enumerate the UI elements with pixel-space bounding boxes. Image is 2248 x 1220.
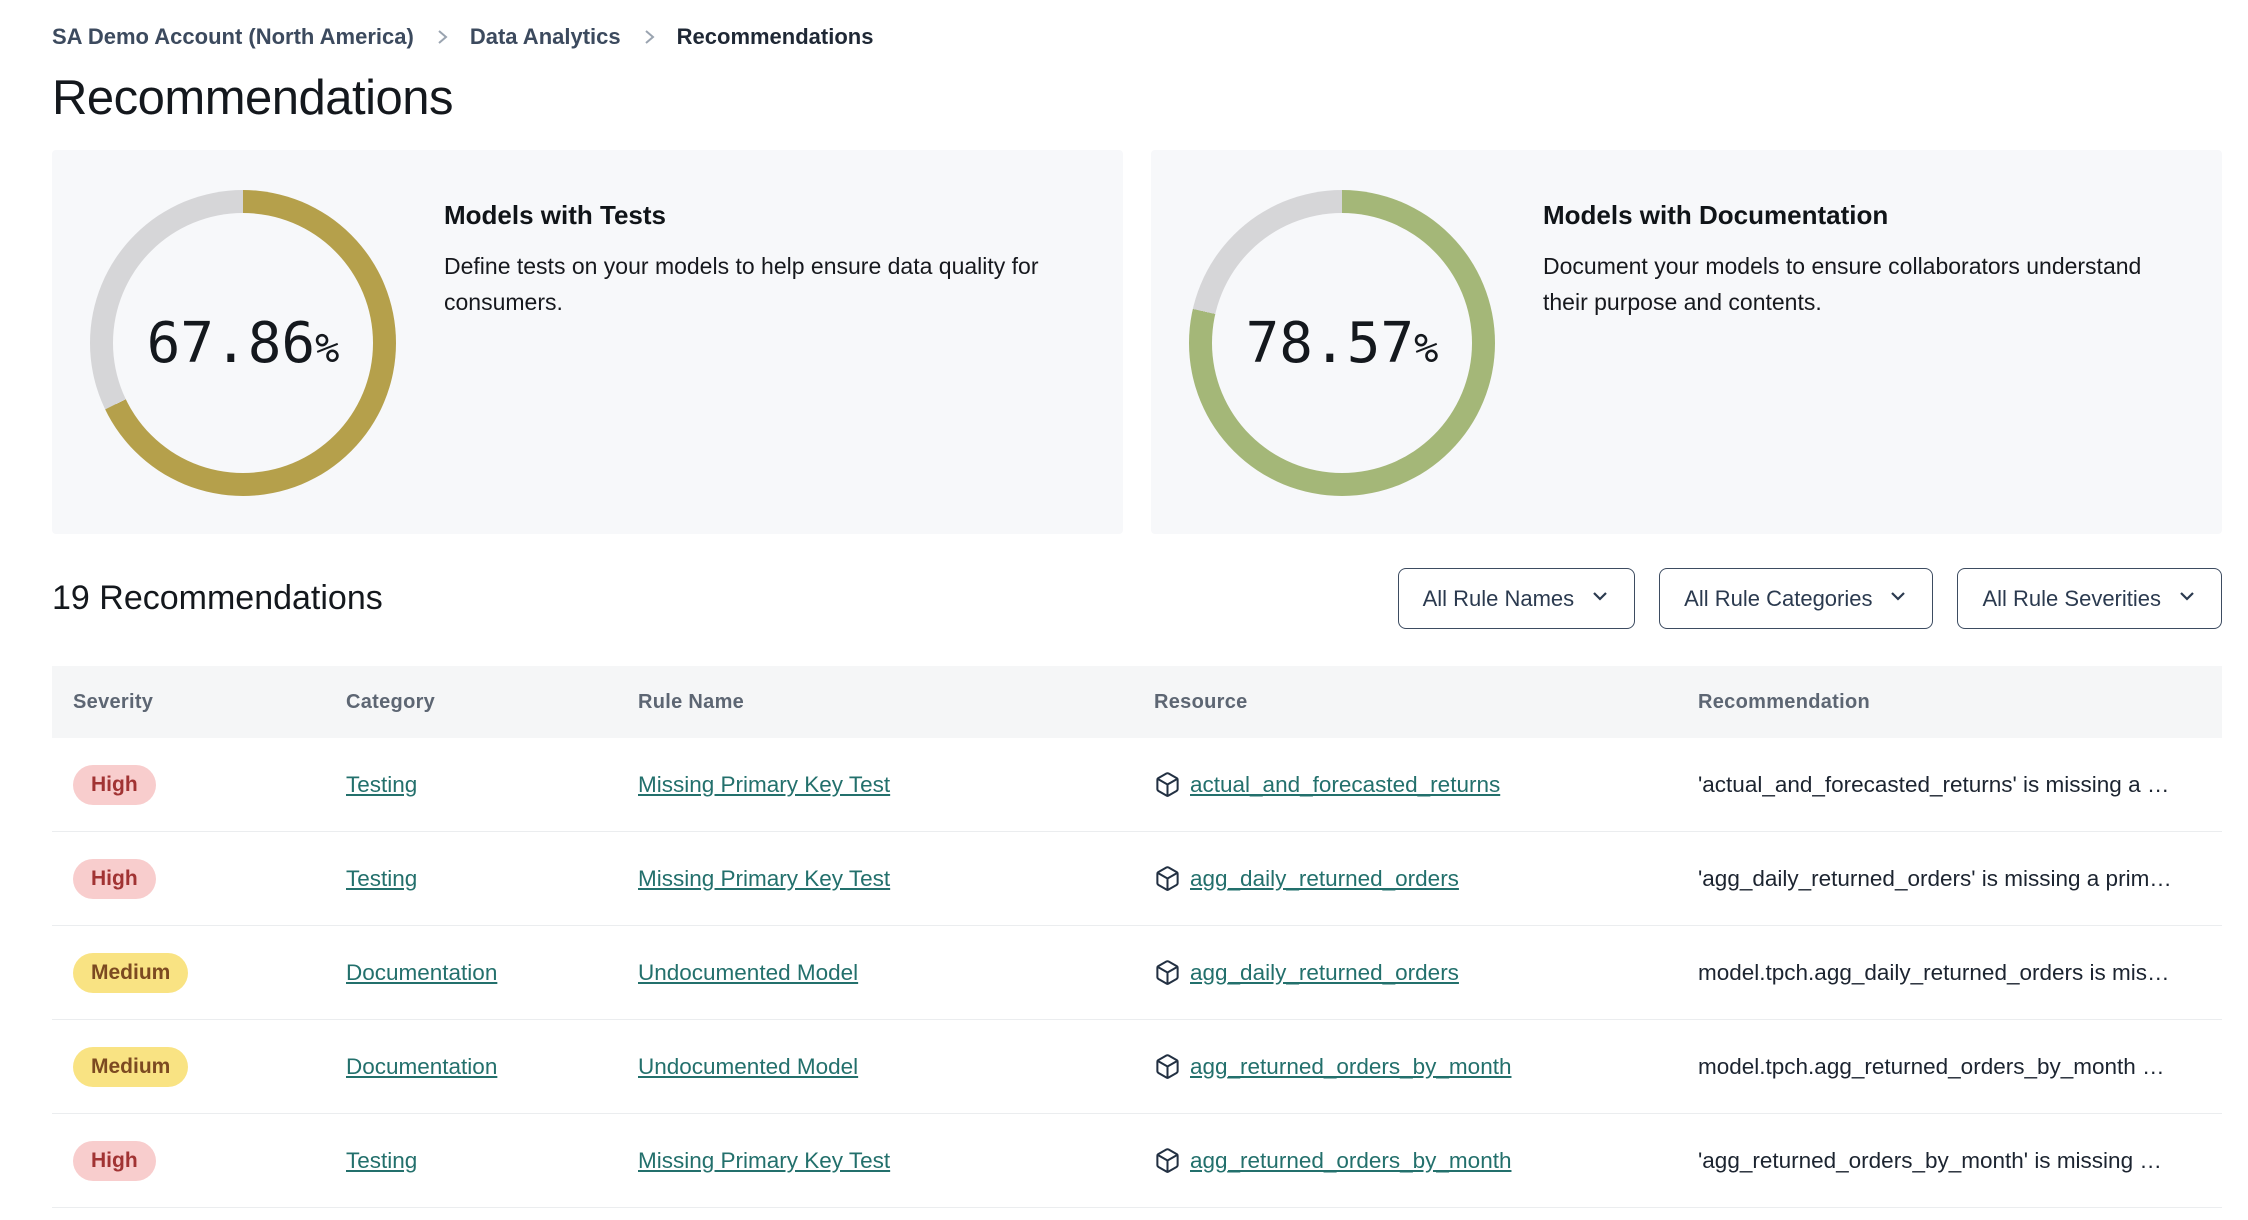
recommendation-text: model.tpch.agg_returned_orders_by_month … (1698, 1053, 2165, 1079)
recommendation-text: 'agg_daily_returned_orders' is missing a… (1698, 865, 2172, 891)
severity-badge: Medium (73, 952, 189, 993)
models-with-documentation-donut-chart: 78.57% (1189, 190, 1495, 496)
resource-link[interactable]: agg_returned_orders_by_month (1190, 1054, 1511, 1080)
model-cube-icon (1154, 771, 1181, 798)
breadcrumb-item-data-analytics[interactable]: Data Analytics (470, 24, 621, 50)
chevron-right-icon (641, 25, 657, 49)
recommendations-count: 19 Recommendations (52, 579, 383, 617)
breadcrumb-item-recommendations: Recommendations (676, 24, 874, 49)
list-header: 19 Recommendations All Rule Names All Ru… (52, 568, 2222, 629)
category-link[interactable]: Testing (346, 866, 417, 891)
table-row: Medium Documentation Undocumented Model … (52, 1020, 2222, 1114)
recommendation-text: 'actual_and_forecasted_returns' is missi… (1698, 771, 2170, 797)
model-cube-icon (1154, 1053, 1181, 1080)
filter-bar: All Rule Names All Rule Categories All R… (1397, 568, 2222, 629)
resource-link[interactable]: agg_daily_returned_orders (1190, 960, 1459, 986)
page-title: Recommendations (52, 71, 454, 125)
models-with-tests-card: 67.86% Models with Tests Define tests on… (52, 150, 1123, 534)
severity-badge: Medium (73, 1046, 189, 1087)
breadcrumb: SA Demo Account (North America) Data Ana… (52, 24, 2222, 50)
model-cube-icon (1154, 959, 1181, 986)
category-link[interactable]: Documentation (346, 960, 497, 985)
table-header-row: Severity Category Rule Name Resource Rec… (52, 666, 2222, 738)
table-row: High Testing Missing Primary Key Test ac… (52, 738, 2222, 832)
table-row: High Testing Missing Primary Key Test ag… (52, 1114, 2222, 1208)
recommendations-page: SA Demo Account (North America) Data Ana… (0, 0, 2248, 1208)
card-title: Models with Documentation (1543, 200, 1889, 230)
severity-badge: High (73, 764, 156, 805)
rule-name-link[interactable]: Missing Primary Key Test (638, 772, 890, 797)
recommendation-text: model.tpch.agg_daily_returned_orders is … (1698, 959, 2170, 985)
card-title: Models with Tests (444, 200, 666, 230)
column-header-severity: Severity (73, 690, 154, 713)
model-cube-icon (1154, 1147, 1181, 1174)
column-header-category: Category (346, 690, 436, 713)
rule-names-filter-dropdown[interactable]: All Rule Names (1397, 568, 1636, 629)
rule-name-link[interactable]: Undocumented Model (638, 1054, 858, 1079)
metric-cards: 67.86% Models with Tests Define tests on… (52, 150, 2222, 534)
recommendations-table: Severity Category Rule Name Resource Rec… (52, 666, 2222, 1208)
column-header-recommendation: Recommendation (1698, 690, 1871, 713)
severity-badge: High (73, 1140, 156, 1181)
severity-badge: High (73, 858, 156, 899)
recommendation-text: 'agg_returned_orders_by_month' is missin… (1698, 1147, 2162, 1173)
rule-categories-filter-dropdown[interactable]: All Rule Categories (1659, 568, 1934, 629)
rule-severities-filter-dropdown[interactable]: All Rule Severities (1957, 568, 2222, 629)
models-with-tests-donut-chart: 67.86% (90, 190, 396, 496)
models-with-documentation-card: 78.57% Models with Documentation Documen… (1151, 150, 2222, 534)
breadcrumb-item-account[interactable]: SA Demo Account (North America) (52, 24, 414, 50)
chevron-down-icon (2177, 586, 2197, 612)
resource-link[interactable]: agg_daily_returned_orders (1190, 866, 1459, 892)
resource-link[interactable]: agg_returned_orders_by_month (1190, 1148, 1511, 1174)
models-with-tests-percent: 67.86% (146, 310, 340, 376)
models-with-documentation-percent: 78.57% (1245, 310, 1439, 376)
chevron-down-icon (1590, 586, 1610, 612)
table-row: High Testing Missing Primary Key Test ag… (52, 832, 2222, 926)
chevron-right-icon (434, 25, 450, 49)
category-link[interactable]: Testing (346, 1148, 417, 1173)
rule-name-link[interactable]: Missing Primary Key Test (638, 1148, 890, 1173)
column-header-rule-name: Rule Name (638, 690, 745, 713)
card-description: Define tests on your models to help ensu… (444, 253, 1039, 315)
category-link[interactable]: Testing (346, 772, 417, 797)
column-header-resource: Resource (1154, 690, 1248, 713)
rule-name-link[interactable]: Missing Primary Key Test (638, 866, 890, 891)
table-row: Medium Documentation Undocumented Model … (52, 926, 2222, 1020)
card-description: Document your models to ensure collabora… (1543, 253, 2142, 315)
model-cube-icon (1154, 865, 1181, 892)
category-link[interactable]: Documentation (346, 1054, 497, 1079)
chevron-down-icon (1888, 586, 1908, 612)
resource-link[interactable]: actual_and_forecasted_returns (1190, 772, 1500, 798)
rule-name-link[interactable]: Undocumented Model (638, 960, 858, 985)
